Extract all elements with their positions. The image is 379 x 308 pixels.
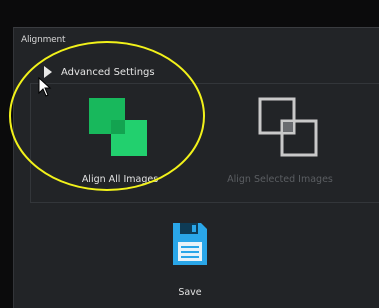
align-selected-icon (258, 97, 318, 157)
floppy-disk-icon (173, 223, 207, 265)
align-selected-images-label: Align Selected Images (227, 174, 333, 185)
section-title: Alignment (21, 35, 66, 45)
align-all-images-label: Align All Images (81, 174, 159, 185)
align-all-icon (89, 98, 147, 156)
save-label: Save (178, 287, 202, 298)
align-all-images-button[interactable]: Align All Images (45, 88, 195, 198)
align-selected-images-button[interactable]: Align Selected Images (205, 88, 355, 198)
mouse-pointer-icon (38, 77, 52, 97)
advanced-settings-toggle[interactable]: Advanced Settings (44, 63, 155, 81)
save-button[interactable]: Save (160, 215, 220, 307)
advanced-settings-label: Advanced Settings (61, 66, 155, 78)
